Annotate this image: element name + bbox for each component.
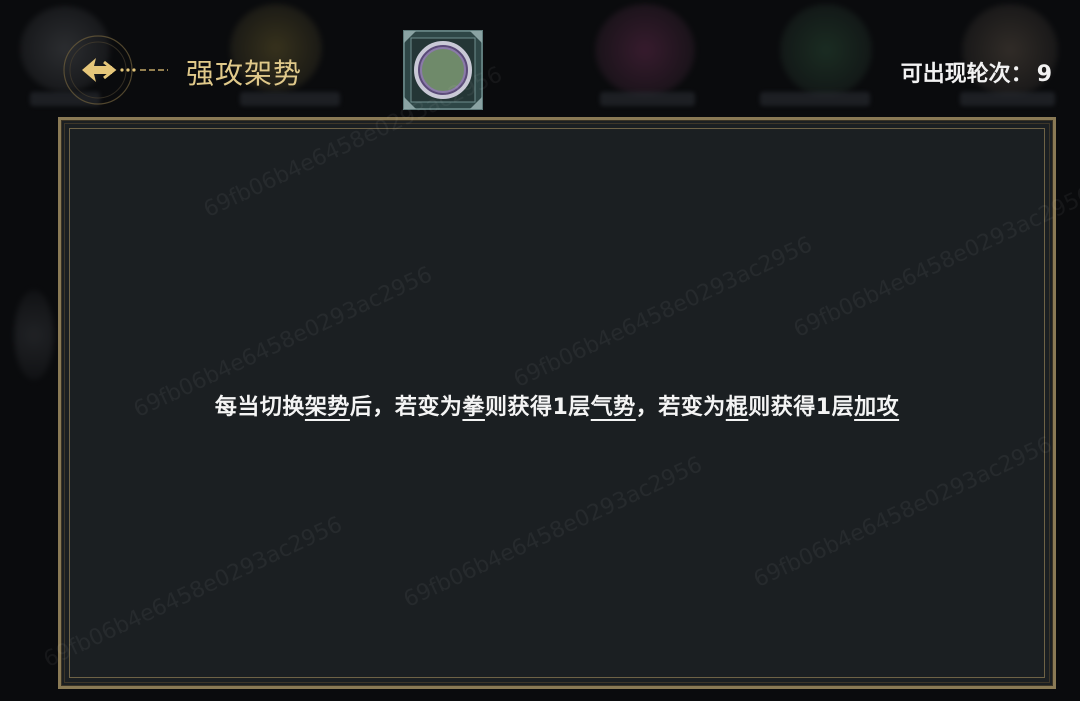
rounds-indicator: 可出现轮次： 9 [901, 56, 1052, 88]
back-arrow-icon [63, 35, 168, 105]
game-screen: 强攻架势 可出现轮次： 9 每当切换架势后，若变为拳则获得1层气势，若变为棍则获… [0, 0, 1080, 701]
top-bar: 强攻架势 可出现轮次： 9 [0, 0, 1080, 112]
keyword-link[interactable]: 拳 [462, 395, 485, 420]
description-text: 则获得1层 [748, 395, 855, 420]
description-text: 后，若变为 [349, 395, 463, 420]
page-title: 强攻架势 [186, 57, 303, 90]
description-text: 则获得1层 [484, 395, 591, 420]
keyword-link[interactable]: 架势 [305, 395, 350, 420]
skill-description: 每当切换架势后，若变为拳则获得1层气势，若变为棍则获得1层加攻 [61, 389, 1053, 421]
keyword-link[interactable]: 棍 [726, 395, 749, 420]
rounds-value: 9 [1036, 62, 1052, 87]
back-button[interactable] [60, 32, 170, 108]
keyword-link[interactable]: 加攻 [854, 395, 899, 420]
keyword-link[interactable]: 气势 [591, 395, 636, 420]
skill-description-panel: 每当切换架势后，若变为拳则获得1层气势，若变为棍则获得1层加攻 [58, 117, 1056, 689]
background-avatar-icon [14, 290, 54, 380]
description-text: ，若变为 [635, 395, 726, 420]
stance-badge [402, 29, 484, 111]
description-text: 每当切换 [214, 395, 305, 420]
rounds-label: 可出现轮次： [900, 62, 1033, 87]
stance-badge-icon [403, 30, 483, 110]
